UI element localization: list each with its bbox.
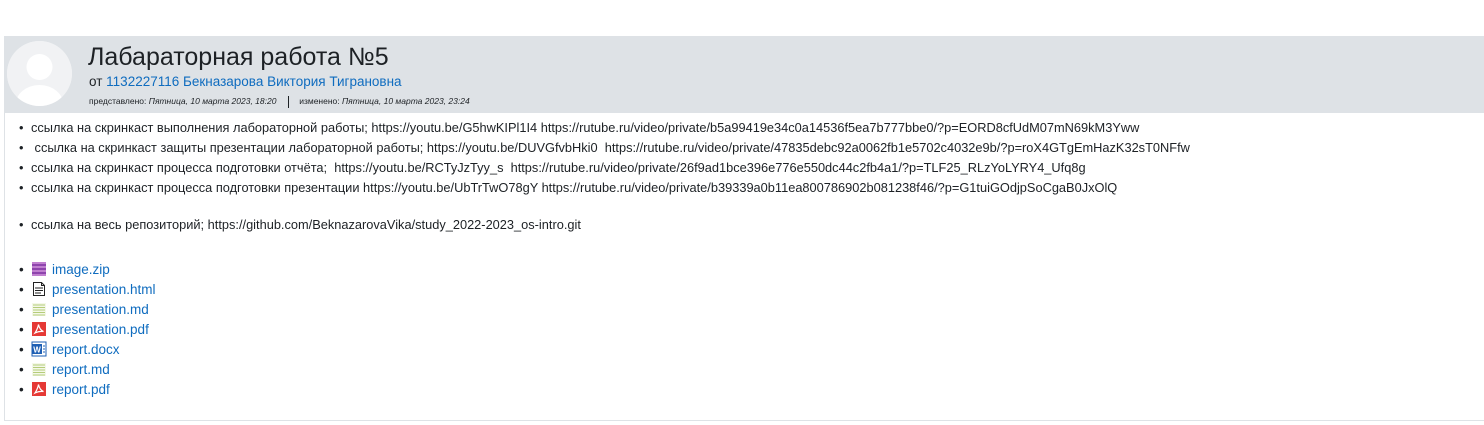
submitted-label: представлено:	[89, 96, 147, 106]
list-item-text: ссылка на весь репозиторий; https://gith…	[31, 217, 581, 232]
post-title: Лабараторная работа №5	[88, 43, 389, 71]
list-item-text: ссылка на скринкаст выполнения лаборатор…	[31, 120, 1140, 135]
html-document-icon	[31, 281, 47, 297]
forum-post: Лабараторная работа №5 от 1132227116 Бек…	[4, 36, 1484, 421]
modified-label: изменено:	[299, 96, 340, 106]
bullet: •	[19, 322, 24, 337]
attachment-link[interactable]: report.docx	[52, 342, 120, 357]
attachment-link[interactable]: image.zip	[52, 262, 110, 277]
attachment-item: • report.md	[19, 360, 110, 380]
word-document-icon: W	[31, 341, 47, 357]
list-item-text: ссылка на скринкаст процесса подготовки …	[31, 180, 1118, 195]
attachment-item: • presentation.pdf	[19, 320, 149, 340]
text-document-icon	[31, 361, 47, 377]
by-prefix: от	[89, 74, 103, 89]
list-item-text: ссылка на скринкаст защиты презентации л…	[31, 140, 1190, 155]
bullet: •	[19, 282, 24, 297]
list-item: • ссылка на скринкаст процесса подготовки…	[19, 178, 1117, 198]
post-dates: представлено: Пятница, 10 марта 2023, 18…	[89, 95, 470, 108]
bullet: •	[19, 382, 24, 397]
bullet: •	[19, 342, 24, 357]
attachment-item: • presentation.html	[19, 280, 156, 300]
list-item: • ссылка на скринкаст процесса подготовки…	[19, 158, 1086, 178]
text-document-icon	[31, 301, 47, 317]
bullet: •	[19, 140, 24, 155]
attachment-link[interactable]: presentation.md	[52, 302, 149, 317]
pdf-icon	[31, 381, 47, 397]
attachment-item: • image.zip	[19, 260, 110, 280]
attachment-link[interactable]: report.md	[52, 362, 110, 377]
user-silhouette-icon	[7, 41, 72, 106]
bullet: •	[19, 302, 24, 317]
bullet: •	[19, 180, 24, 195]
post-header: Лабараторная работа №5 от 1132227116 Бек…	[5, 37, 1484, 113]
date-separator	[287, 95, 289, 108]
attachment-link[interactable]: presentation.pdf	[52, 322, 149, 337]
bullet: •	[19, 160, 24, 175]
svg-text:W: W	[33, 346, 41, 355]
archive-icon	[31, 261, 47, 277]
user-avatar[interactable]	[7, 41, 72, 106]
attachment-item: • presentation.md	[19, 300, 149, 320]
bullet: •	[19, 362, 24, 377]
list-item: • ссылка на скринкаст выполнения лаборато…	[19, 118, 1139, 138]
bullet: •	[19, 217, 24, 232]
author-link[interactable]: 1132227116 Бекназарова Виктория Тигранов…	[106, 74, 401, 89]
pdf-icon	[31, 321, 47, 337]
bullet: •	[19, 120, 24, 135]
list-item-text: ссылка на скринкаст процесса подготовки …	[31, 160, 1086, 175]
bullet: •	[19, 262, 24, 277]
list-item: • ссылка на весь репозиторий; https://git…	[19, 215, 581, 235]
post-byline: от 1132227116 Бекназарова Виктория Тигра…	[89, 73, 402, 91]
attachment-item: • report.pdf	[19, 380, 110, 400]
attachment-item: • Wreport.docx	[19, 340, 120, 360]
modified-date: Пятница, 10 марта 2023, 23:24	[342, 96, 470, 106]
submitted-date: Пятница, 10 марта 2023, 18:20	[148, 96, 277, 106]
attachment-link[interactable]: presentation.html	[52, 282, 156, 297]
attachment-link[interactable]: report.pdf	[52, 382, 110, 397]
list-item: • ссылка на скринкаст защиты презентации…	[19, 138, 1190, 158]
